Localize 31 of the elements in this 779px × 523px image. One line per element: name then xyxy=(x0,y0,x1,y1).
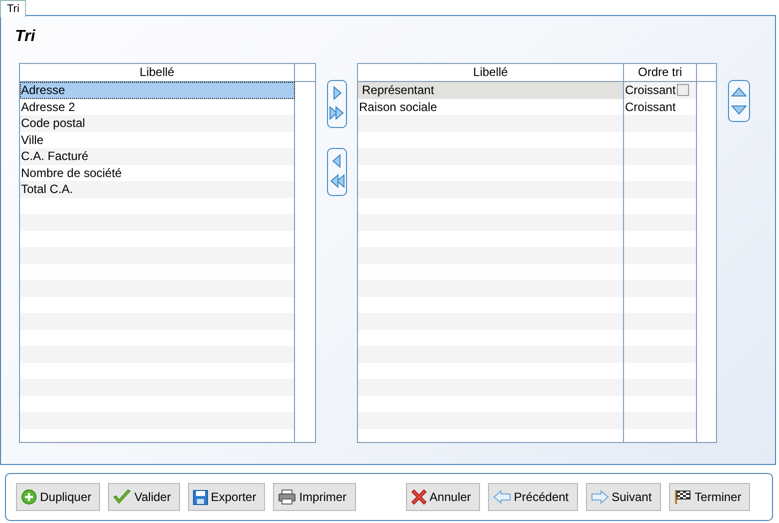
tab[interactable]: Tri xyxy=(0,0,26,17)
flag-icon xyxy=(674,489,692,505)
move-all-left-button[interactable] xyxy=(328,173,346,189)
section-title: Tri xyxy=(15,28,36,46)
action-button[interactable]: Terminer xyxy=(668,483,750,511)
column-header[interactable]: Ordre tri xyxy=(624,64,697,81)
column-header[interactable]: Libellé xyxy=(20,64,295,81)
list-row[interactable]: Adresse xyxy=(20,82,295,98)
list-row[interactable]: Représentant xyxy=(358,82,624,98)
list-row[interactable]: C.A. Facturé xyxy=(20,148,295,164)
action-button[interactable]: Annuler xyxy=(406,483,480,511)
action-button[interactable]: Précédent xyxy=(488,483,578,511)
action-button[interactable]: Exporter xyxy=(188,483,266,511)
right-arrow-icon xyxy=(590,490,609,504)
list-row[interactable]: Total C.A. xyxy=(20,181,295,198)
plus-icon xyxy=(21,489,37,505)
floppy-icon xyxy=(192,490,208,504)
action-button[interactable]: Imprimer xyxy=(273,483,356,511)
left-arrow-icon xyxy=(492,490,511,504)
printer-icon xyxy=(278,489,296,505)
action-button[interactable]: Dupliquer xyxy=(16,483,100,511)
action-button[interactable]: Valider xyxy=(108,483,180,511)
cross-icon xyxy=(410,489,427,505)
move-all-right-button[interactable] xyxy=(328,105,346,121)
list-row[interactable]: Code postal xyxy=(20,115,295,132)
move-up-button[interactable] xyxy=(731,85,747,99)
check-icon xyxy=(113,489,132,505)
action-button[interactable]: Suivant xyxy=(586,483,661,511)
column-header[interactable]: Libellé xyxy=(358,64,624,81)
order-dropdown[interactable]: Croissant xyxy=(625,82,676,98)
move-down-button[interactable] xyxy=(731,103,747,117)
